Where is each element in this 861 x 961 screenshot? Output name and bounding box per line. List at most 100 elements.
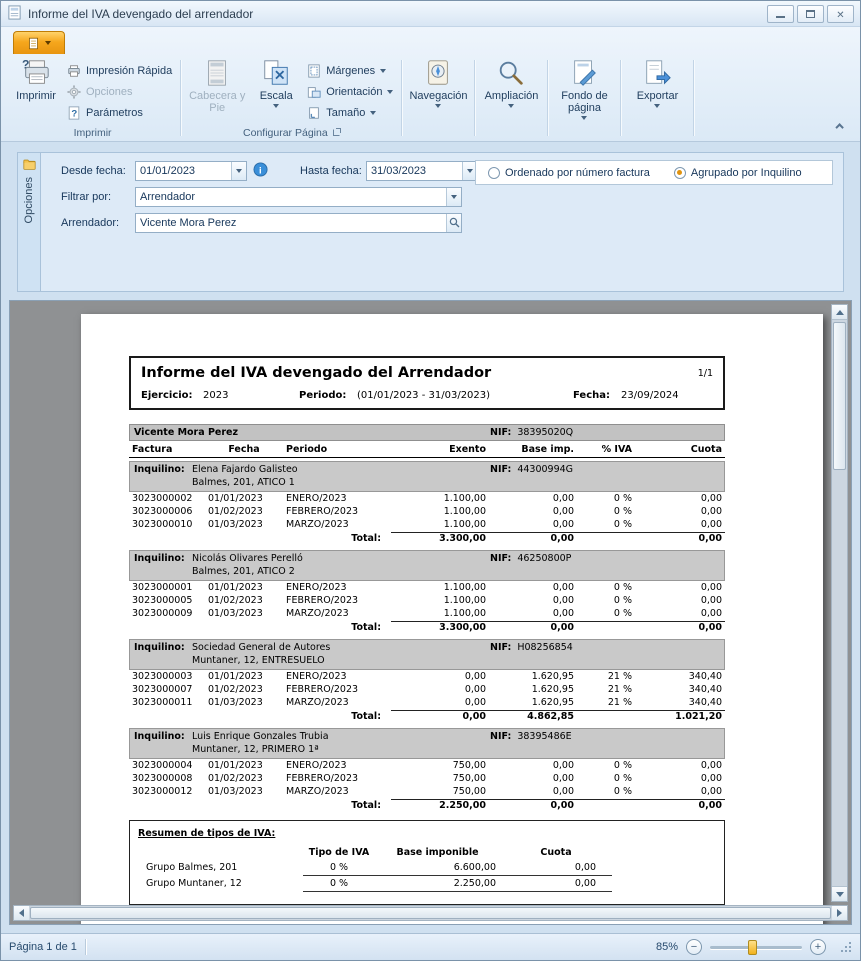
scroll-down-button[interactable] [832,886,847,901]
nif-label: NIF: [490,553,511,564]
invoice-base: 0,00 [489,759,577,772]
maximize-button[interactable] [797,5,824,23]
radio-selected-icon [674,167,686,179]
invoice-number: 3023000003 [129,670,205,683]
to-date-input[interactable] [367,162,462,180]
horizontal-scroll-thumb[interactable] [30,907,831,919]
invoice-exempt: 1.100,00 [389,594,489,607]
file-menu-icon [27,37,40,50]
vat-summary-header: Tipo de IVA Base imponible Cuota [138,846,716,860]
ribbon-collapse-button[interactable] [832,119,850,133]
export-button[interactable]: Exportar [626,56,688,108]
scroll-right-button[interactable] [832,906,847,920]
inquilino-label: Inquilino: [134,463,192,476]
invoice-date: 01/02/2023 [205,594,283,607]
vertical-scrollbar[interactable] [831,304,848,902]
close-icon [836,7,844,21]
filter-by-input[interactable] [136,188,446,206]
scroll-up-button[interactable] [832,305,847,320]
invoice-exempt: 0,00 [389,670,489,683]
statusbar-separator [85,939,86,955]
tenant-group: Inquilino: Nicolás Olivares Perelló NIF:… [129,550,725,636]
invoice-quota: 0,00 [635,505,725,518]
to-date-combo [366,161,478,181]
info-icon[interactable]: i [253,162,268,180]
invoice-rows: 3023000004 01/01/2023 ENERO/2023 750,00 … [129,759,725,798]
invoice-row: 3023000005 01/02/2023 FEBRERO/2023 1.100… [129,594,725,607]
zoom-menu-button[interactable]: Ampliación [480,56,542,108]
invoice-base: 1.620,95 [489,696,577,709]
invoice-vat-rate: 0 % [577,607,635,620]
scale-label: Escala [260,90,293,102]
invoice-exempt: 750,00 [389,772,489,785]
parameters-icon: ? [67,106,81,120]
ribbon-group-navegacion: Navegación [404,55,472,141]
minimize-button[interactable] [767,5,794,23]
resize-grip[interactable] [840,941,852,953]
tenant-nif: 46250800P [517,553,571,564]
report-header-box: Informe del IVA devengado del Arrendador… [129,356,725,410]
tenant-group: Inquilino: Luis Enrique Gonzales Trubia … [129,728,725,814]
radio-ordenado-numero-factura[interactable]: Ordenado por número factura [488,167,650,179]
invoice-period: FEBRERO/2023 [283,772,389,785]
fecha-value: 23/09/2024 [621,390,679,401]
options-tab[interactable]: Opciones [18,153,41,291]
radio-agrupado-inquilino[interactable]: Agrupado por Inquilino [674,167,802,179]
invoice-date: 01/03/2023 [205,696,283,709]
zoom-slider-thumb[interactable] [748,940,757,955]
svg-text:i: i [259,165,262,175]
invoice-vat-rate: 0 % [577,505,635,518]
zoom-out-button[interactable] [686,939,702,955]
print-button[interactable]: ? Imprimir [10,56,62,102]
invoice-row: 3023000001 01/01/2023 ENERO/2023 1.100,0… [129,581,725,594]
chevron-down-icon [370,111,376,115]
horizontal-scrollbar[interactable] [13,905,848,921]
invoice-period: ENERO/2023 [283,581,389,594]
filter-by-dropdown-button[interactable] [446,188,461,206]
sort-mode-panel: Ordenado por número factura Agrupado por… [475,160,833,185]
summary-group-name: Grupo Balmes, 201 [138,860,303,876]
chevron-down-icon [380,69,386,73]
vat-summary-row: Grupo Balmes, 201 0 % 6.600,00 0,00 [138,860,716,876]
invoice-date: 01/02/2023 [205,772,283,785]
invoice-rows: 3023000001 01/01/2023 ENERO/2023 1.100,0… [129,581,725,620]
navigation-icon [423,58,453,88]
scale-button[interactable]: Escala [250,56,302,108]
arrow-right-icon [837,909,842,917]
margins-button[interactable]: Márgenes [304,63,396,78]
invoice-row: 3023000002 01/01/2023 ENERO/2023 1.100,0… [129,492,725,505]
vat-summary-rows: Grupo Balmes, 201 0 % 6.600,00 0,00 Grup… [138,860,716,892]
ribbon-separator [474,60,475,136]
printer-icon: ? [21,58,51,88]
vertical-scroll-thumb[interactable] [833,322,846,470]
close-button[interactable] [827,5,854,23]
filter-by-combo [135,187,462,207]
report-page[interactable]: Informe del IVA devengado del Arrendador… [81,314,823,925]
landlord-input[interactable] [136,214,446,232]
landlord-search-button[interactable] [446,214,461,232]
file-menu-button[interactable] [13,31,65,54]
ribbon-group-fondo: Fondo de página [550,55,618,141]
margins-icon [307,64,321,78]
page-background-label: Fondo de página [553,90,615,114]
total-label: Total: [129,799,389,814]
invoice-base: 0,00 [489,581,577,594]
chevron-down-icon [45,41,51,45]
page-setup-dialog-launcher-icon[interactable] [333,129,340,136]
from-date-input[interactable] [136,162,231,180]
quick-print-button[interactable]: Impresión Rápida [64,63,175,78]
parameters-button[interactable]: ? Parámetros [64,105,175,120]
navigation-button[interactable]: Navegación [407,56,469,108]
invoice-vat-rate: 0 % [577,518,635,531]
total-exempt: 3.300,00 [389,621,489,636]
page-background-button[interactable]: Fondo de página [553,56,615,120]
from-date-dropdown-button[interactable] [231,162,246,180]
invoice-vat-rate: 0 % [577,785,635,798]
scroll-left-button[interactable] [14,906,29,920]
zoom-in-button[interactable] [810,939,826,955]
periodo-label: Periodo: [299,390,357,401]
orientation-button[interactable]: Orientación [304,84,396,99]
zoom-slider[interactable] [710,940,802,955]
size-button[interactable]: Tamaño [304,105,396,120]
invoice-vat-rate: 0 % [577,759,635,772]
